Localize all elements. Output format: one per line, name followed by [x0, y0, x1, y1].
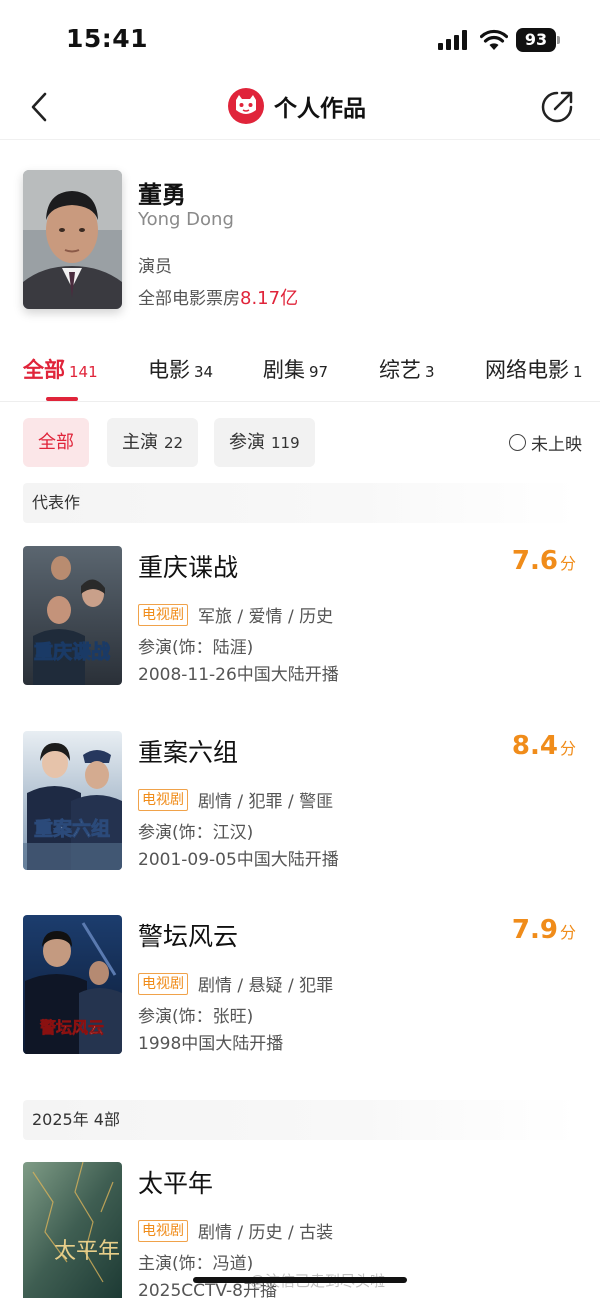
tab-label: 剧集 — [263, 358, 305, 382]
score-value: 8.4 — [511, 731, 558, 761]
tab-label: 电影 — [148, 358, 190, 382]
work-genres: 剧情 / 悬疑 / 犯罪 — [198, 976, 334, 996]
work-release: 2001-09-05中国大陆开播 — [138, 850, 339, 870]
actor-english-name: Yong Dong — [138, 209, 234, 230]
work-role: 参演(饰：江汉) — [138, 823, 254, 843]
work-meta: 电视剧 军旅 / 爱情 / 历史 — [138, 602, 333, 627]
work-title: 警坛风云 — [138, 922, 239, 951]
work-item[interactable]: 警坛风云 警坛风云 7.9 分 电视剧 剧情 / 悬疑 / 犯罪 参演(饰：张旺)… — [0, 915, 600, 1055]
unreleased-toggle[interactable]: 未上映 — [509, 430, 582, 455]
tab-label: 网络电影 — [485, 358, 569, 382]
score-value: 7.6 — [511, 546, 558, 576]
section-year-header: 2025年 4部 — [23, 1100, 577, 1140]
poster-chongqing-spy: 重庆谍战 — [23, 546, 122, 685]
actor-name: 董勇 — [138, 181, 186, 209]
page-title: 个人作品 — [274, 96, 366, 122]
nav-bar: 个人作品 — [0, 78, 600, 140]
wifi-icon — [480, 29, 508, 50]
work-genres: 剧情 / 犯罪 / 警匪 — [198, 792, 334, 812]
work-score: 8.4 分 — [512, 731, 576, 761]
work-genres: 军旅 / 爱情 / 历史 — [198, 607, 334, 627]
tab-count: 97 — [309, 363, 329, 381]
poster-taiping-year: 太平年 — [23, 1162, 122, 1298]
actor-avatar — [23, 170, 122, 309]
actor-role: 演员 — [138, 257, 172, 277]
score-unit: 分 — [559, 923, 576, 942]
work-release: 1998中国大陆开播 — [138, 1034, 284, 1054]
work-title: 重案六组 — [138, 738, 239, 767]
tab-count: 1 — [573, 363, 583, 381]
filter-label: 主演 — [122, 432, 158, 453]
filter-label: 全部 — [38, 432, 74, 453]
work-role: 主演(饰：冯道) — [138, 1254, 254, 1274]
tab-variety[interactable]: 综艺 3 — [379, 354, 435, 384]
score-value: 7.9 — [511, 915, 558, 945]
category-tabs: 全部 141 电影 34 剧集 97 综艺 3 网络电影 1 — [0, 340, 600, 402]
work-item[interactable]: 重案六组 重案六组 8.4 分 电视剧 剧情 / 犯罪 / 警匪 参演(饰：江汉)… — [0, 731, 600, 871]
work-role: 参演(饰：张旺) — [138, 1007, 254, 1027]
filter-count: 119 — [271, 434, 300, 452]
poster-title-text: 重案六组 — [34, 817, 110, 840]
nav-title-group: 个人作品 — [228, 86, 366, 126]
work-meta: 电视剧 剧情 / 历史 / 古装 — [138, 1218, 333, 1243]
tab-label: 全部 — [23, 358, 65, 382]
cat-logo-icon — [228, 88, 264, 124]
work-release: 2008-11-26中国大陆开播 — [138, 665, 339, 685]
cellular-signal-icon — [438, 30, 467, 50]
section-featured-header: 代表作 — [23, 483, 577, 523]
status-bar: 15:41 93 — [0, 0, 600, 78]
work-meta: 电视剧 剧情 / 悬疑 / 犯罪 — [138, 971, 333, 996]
tab-label: 综艺 — [379, 358, 421, 382]
box-office-label: 全部电影票房 — [138, 289, 240, 309]
radio-circle-icon — [509, 434, 526, 451]
tab-count: 34 — [194, 363, 214, 381]
back-arrow-icon[interactable] — [26, 90, 54, 124]
home-indicator — [193, 1277, 407, 1283]
share-icon[interactable] — [538, 88, 576, 126]
type-badge: 电视剧 — [138, 603, 188, 626]
tab-series[interactable]: 剧集 97 — [263, 354, 328, 384]
poster-case-six: 重案六组 — [23, 731, 122, 870]
tab-movies[interactable]: 电影 34 — [148, 354, 213, 384]
poster-title-text: 警坛风云 — [39, 1018, 104, 1037]
type-badge: 电视剧 — [138, 1219, 188, 1242]
work-meta: 电视剧 剧情 / 犯罪 / 警匪 — [138, 787, 333, 812]
tab-web-movies[interactable]: 网络电影 1 — [485, 354, 583, 384]
filter-supporting[interactable]: 参演 119 — [214, 418, 315, 467]
unreleased-label: 未上映 — [531, 435, 582, 455]
work-score: 7.6 分 — [512, 546, 576, 576]
score-unit: 分 — [559, 739, 576, 758]
battery-level: 93 — [516, 28, 556, 52]
work-title: 太平年 — [138, 1169, 214, 1198]
poster-police-forum: 警坛风云 — [23, 915, 122, 1054]
type-badge: 电视剧 — [138, 788, 188, 811]
work-title: 重庆谍战 — [138, 553, 239, 582]
tab-count: 141 — [69, 363, 98, 381]
tab-all[interactable]: 全部 141 — [23, 354, 98, 384]
filter-label: 参演 — [229, 432, 265, 453]
filter-all[interactable]: 全部 — [23, 418, 89, 467]
filter-lead[interactable]: 主演 22 — [107, 418, 199, 467]
work-item[interactable]: 重庆谍战 重庆谍战 7.6 分 电视剧 军旅 / 爱情 / 历史 参演(饰：陆涯)… — [0, 546, 600, 686]
work-role: 参演(饰：陆涯) — [138, 638, 254, 658]
poster-title-text: 太平年 — [54, 1239, 120, 1264]
type-badge: 电视剧 — [138, 972, 188, 995]
poster-title-text: 重庆谍战 — [34, 640, 110, 663]
filter-count: 22 — [164, 434, 184, 452]
battery-icon: 93 — [516, 28, 560, 52]
active-tab-indicator — [46, 397, 78, 401]
work-score: 7.9 分 — [512, 915, 576, 945]
box-office-total: 全部电影票房8.17亿 — [138, 284, 298, 310]
box-office-value: 8.17亿 — [240, 288, 299, 309]
tab-count: 3 — [425, 363, 435, 381]
status-time: 15:41 — [66, 24, 149, 53]
score-unit: 分 — [559, 554, 576, 573]
work-genres: 剧情 / 历史 / 古装 — [198, 1223, 334, 1243]
